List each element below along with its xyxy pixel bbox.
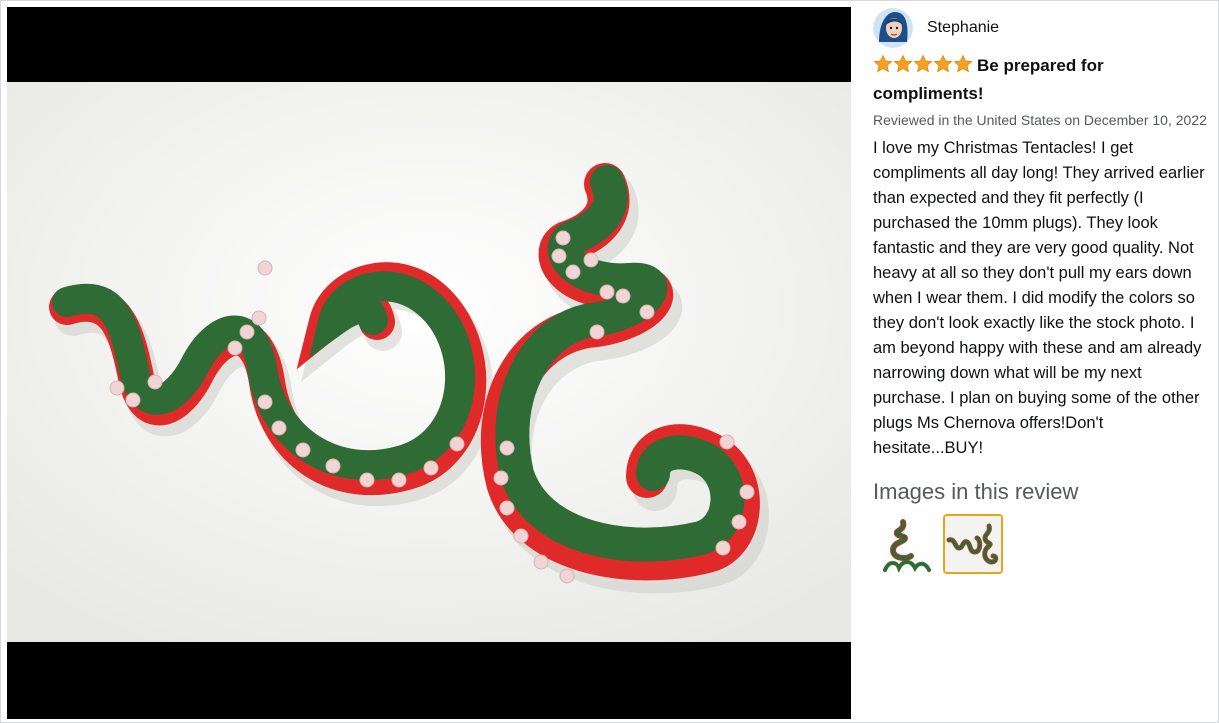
- star-icon: [953, 54, 973, 73]
- image-viewer: [7, 7, 851, 719]
- thumbnail-1[interactable]: [873, 514, 933, 574]
- review-title-row: Be prepared for compliments!: [873, 53, 1215, 106]
- tentacle-plugs-photo: [7, 82, 851, 642]
- avatar[interactable]: [873, 8, 913, 48]
- reviewer-name[interactable]: Stephanie: [927, 19, 999, 37]
- reviewer-row: Stephanie: [873, 7, 1215, 49]
- thumbnail-2[interactable]: [943, 514, 1003, 574]
- review-image-main: [7, 82, 851, 642]
- star-rating[interactable]: [873, 54, 973, 81]
- star-icon: [893, 54, 913, 73]
- review-panel: Stephanie Be prepared for compliments! R…: [873, 7, 1215, 719]
- star-icon: [873, 54, 893, 73]
- images-heading: Images in this review: [873, 479, 1079, 504]
- thumbnail-strip: [873, 514, 1215, 574]
- star-icon: [933, 54, 953, 73]
- review-date: Reviewed in the United States on Decembe…: [873, 112, 1207, 128]
- review-modal: Stephanie Be prepared for compliments! R…: [0, 0, 1219, 723]
- review-body: I love my Christmas Tentacles! I get com…: [873, 139, 1205, 457]
- star-icon: [913, 54, 933, 73]
